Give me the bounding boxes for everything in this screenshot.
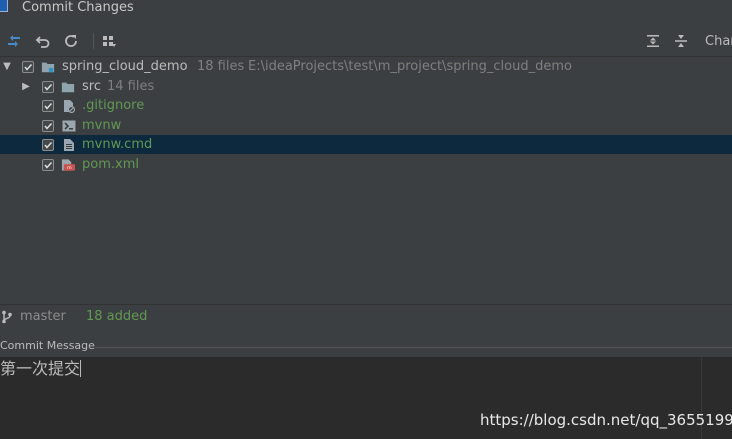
item-checkbox[interactable]	[42, 119, 54, 132]
changelist-label[interactable]: Char	[705, 34, 732, 49]
window-title: Commit Changes	[22, 0, 134, 15]
item-checkbox[interactable]	[42, 99, 54, 112]
rollback-icon	[35, 36, 50, 48]
module-folder-icon	[41, 60, 55, 74]
item-checkbox[interactable]	[42, 80, 54, 93]
tree-item-src[interactable]: ▶ src 14 files	[0, 77, 732, 96]
tree-item-pom-xml[interactable]: m pom.xml	[0, 155, 732, 174]
group-by-icon	[103, 36, 116, 47]
item-checkbox[interactable]	[42, 158, 54, 171]
expand-arrow-icon[interactable]: ▼	[2, 61, 12, 72]
collapse-all-icon	[675, 35, 687, 47]
refresh-button[interactable]	[61, 31, 81, 51]
app-icon	[0, 0, 8, 12]
commit-changes-dialog: Commit Changes Cha ▼ spring_cloud_demo 1…	[0, 0, 732, 439]
text-file-icon	[62, 138, 76, 152]
tree-item-mvnw-cmd[interactable]: mvnw.cmd	[0, 135, 732, 154]
expand-all-button[interactable]	[643, 31, 663, 51]
item-file-count: 14 files	[107, 79, 155, 94]
commit-message-header: Commit Message	[0, 337, 732, 355]
watermark: https://blog.csdn.net/qq_36551991	[480, 411, 732, 429]
diff-arrows-icon	[8, 35, 20, 47]
refresh-icon	[65, 35, 77, 47]
item-name: .gitignore	[82, 98, 145, 113]
group-by-button[interactable]	[99, 31, 119, 51]
tree-item-mvnw[interactable]: mvnw	[0, 116, 732, 135]
toolbar-separator	[93, 33, 94, 49]
vcs-branch-icon	[2, 310, 12, 324]
folder-icon	[61, 80, 75, 94]
collapse-all-button[interactable]	[671, 31, 691, 51]
expand-all-icon	[647, 35, 659, 47]
commit-message-value: 第一次提交	[0, 359, 81, 378]
title-bar: Commit Changes	[0, 0, 732, 17]
item-name: mvnw	[82, 118, 122, 133]
added-count: 18 added	[86, 309, 148, 324]
tree-root-row[interactable]: ▼ spring_cloud_demo 18 files E:\ideaProj…	[0, 57, 732, 76]
root-file-count: 18 files	[197, 59, 245, 74]
svg-text:m: m	[67, 166, 72, 171]
item-name: src	[82, 79, 101, 94]
commit-message-label: Commit Message	[0, 339, 95, 352]
commit-message-text[interactable]: 第一次提交	[0, 359, 82, 379]
shell-script-icon	[62, 119, 76, 133]
rollback-button[interactable]	[33, 31, 53, 51]
item-name: pom.xml	[82, 157, 139, 172]
toolbar: Char	[0, 26, 732, 57]
item-name: mvnw.cmd	[82, 137, 153, 152]
item-checkbox[interactable]	[42, 138, 54, 151]
branch-name[interactable]: master	[20, 309, 66, 324]
expand-arrow-icon[interactable]: ▶	[21, 81, 31, 92]
text-caret	[80, 360, 82, 377]
show-diff-button[interactable]	[4, 31, 24, 51]
tree-item-gitignore[interactable]: .gitignore	[0, 96, 732, 115]
root-path: E:\ideaProjects\test\m_project\spring_cl…	[248, 59, 572, 74]
maven-pom-icon: m	[61, 158, 75, 172]
changes-tree: ▼ spring_cloud_demo 18 files E:\ideaProj…	[0, 57, 732, 303]
root-name: spring_cloud_demo	[62, 59, 188, 74]
root-checkbox[interactable]	[22, 60, 34, 73]
gitignore-file-icon	[62, 99, 76, 113]
status-bar: master 18 added	[0, 304, 732, 329]
section-divider	[95, 347, 732, 348]
